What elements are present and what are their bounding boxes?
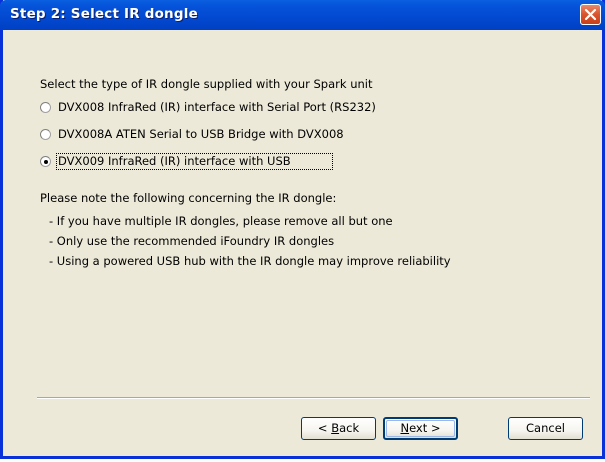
radio-label[interactable]: DVX008 InfraRed (IR) interface with Seri… — [58, 100, 376, 114]
footer-separator — [37, 397, 590, 399]
radio-button[interactable] — [40, 102, 51, 113]
close-x-icon — [584, 8, 597, 21]
note-item: - Only use the recommended iFoundry IR d… — [49, 234, 335, 248]
back-button[interactable]: < Back — [301, 417, 376, 440]
title-bar[interactable]: Step 2: Select IR dongle — [0, 0, 605, 30]
radio-label[interactable]: DVX008A ATEN Serial to USB Bridge with D… — [58, 127, 344, 141]
cancel-button[interactable]: Cancel — [508, 417, 583, 440]
note-item: - If you have multiple IR dongles, pleas… — [49, 214, 393, 228]
wizard-content: Select the type of IR dongle supplied wi… — [3, 30, 602, 456]
wizard-dialog: Step 2: Select IR dongle Select the type… — [0, 0, 605, 459]
next-button[interactable]: Next > — [383, 417, 458, 440]
radio-label[interactable]: DVX009 InfraRed (IR) interface with USB — [58, 154, 291, 168]
radio-button-selected[interactable] — [40, 156, 51, 167]
window-title: Step 2: Select IR dongle — [10, 6, 198, 22]
note-item: - Using a powered USB hub with the IR do… — [49, 254, 451, 268]
radio-dot — [43, 159, 48, 164]
dongle-prompt: Select the type of IR dongle supplied wi… — [40, 77, 373, 91]
notes-heading: Please note the following concerning the… — [40, 191, 337, 205]
close-button[interactable] — [580, 4, 601, 25]
radio-button[interactable] — [40, 129, 51, 140]
